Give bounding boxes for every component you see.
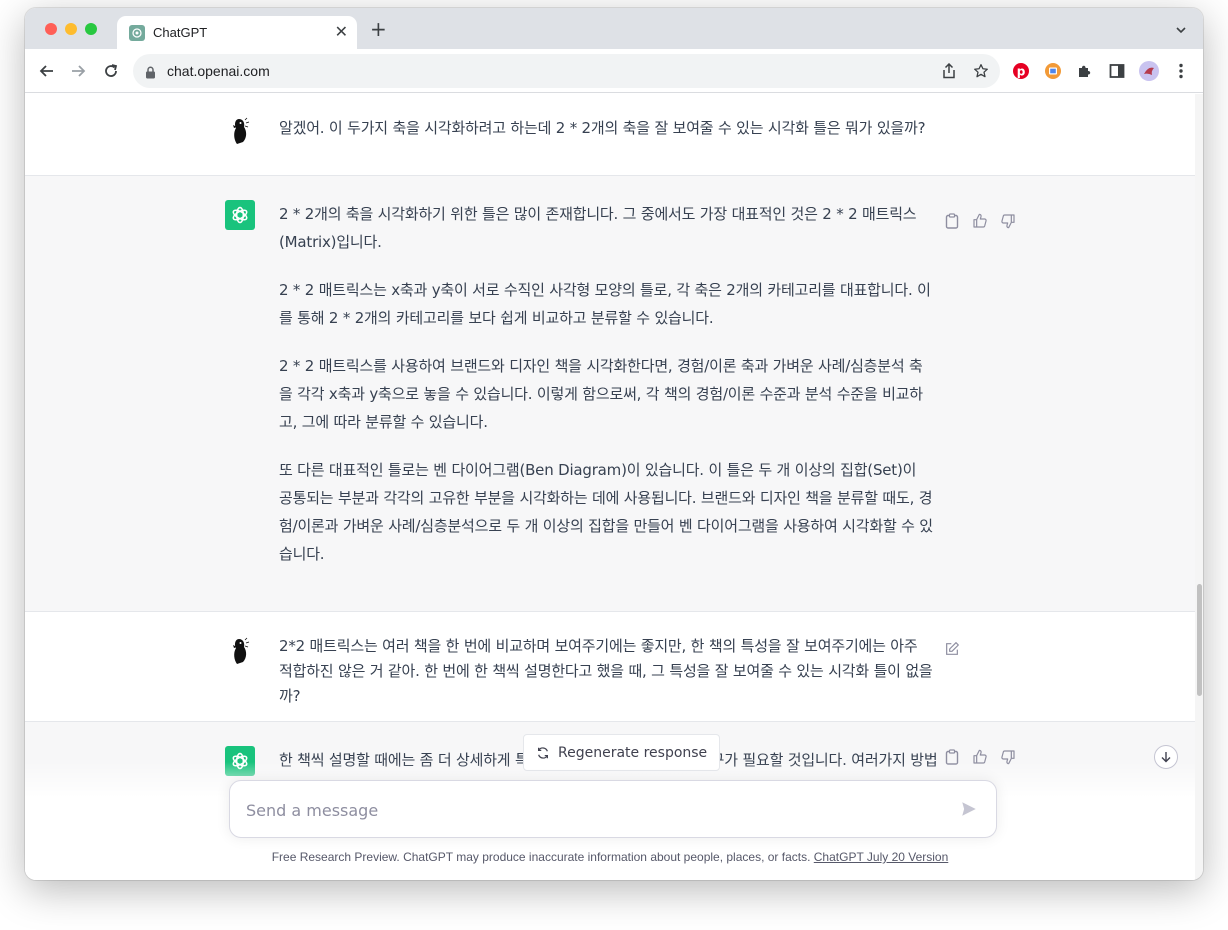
address-bar[interactable]: chat.openai.com xyxy=(133,54,1000,88)
user-message: 알겠어. 이 두가지 축을 시각화하려고 하는데 2 * 2개의 축을 잘 보여… xyxy=(25,94,1195,176)
refresh-icon xyxy=(538,746,548,759)
disclaimer-footer: Free Research Preview. ChatGPT may produ… xyxy=(25,850,1195,864)
tab-search-chevron-icon[interactable] xyxy=(1175,21,1187,40)
browser-window: ChatGPT ✕ + chat.openai.com p 알겠어. 이 두가지… xyxy=(25,8,1203,880)
chat-thread: 알겠어. 이 두가지 축을 시각화하려고 하는데 2 * 2개의 축을 잘 보여… xyxy=(25,94,1195,880)
bookmark-star-icon[interactable] xyxy=(972,62,990,80)
scroll-down-button[interactable] xyxy=(1154,745,1178,769)
tab-title: ChatGPT xyxy=(153,25,208,40)
regenerate-response-button[interactable]: Regenerate response xyxy=(523,734,721,771)
forward-arrow-icon[interactable] xyxy=(68,61,88,81)
message-actions xyxy=(943,212,1017,230)
maximize-window-button[interactable] xyxy=(85,23,97,35)
browser-toolbar: chat.openai.com p xyxy=(25,49,1203,93)
back-arrow-icon[interactable] xyxy=(37,61,57,81)
close-window-button[interactable] xyxy=(45,23,57,35)
scrollbar-thumb[interactable] xyxy=(1197,584,1202,696)
thumbs-up-icon[interactable] xyxy=(971,212,989,230)
version-link[interactable]: ChatGPT July 20 Version xyxy=(814,850,949,864)
minimize-window-button[interactable] xyxy=(65,23,77,35)
scrollbar[interactable] xyxy=(1195,94,1203,880)
share-icon[interactable] xyxy=(940,62,958,80)
image-extension-icon[interactable] xyxy=(1043,61,1063,81)
tab-bar: ChatGPT ✕ + xyxy=(25,8,1203,49)
openai-favicon-icon xyxy=(129,25,145,41)
regenerate-label: Regenerate response xyxy=(558,744,708,761)
extensions-puzzle-icon[interactable] xyxy=(1075,61,1095,81)
message-input-box[interactable] xyxy=(229,780,997,838)
tab-chatgpt[interactable]: ChatGPT ✕ xyxy=(117,16,357,49)
message-input[interactable] xyxy=(246,797,926,823)
url-text[interactable]: chat.openai.com xyxy=(167,63,270,79)
assistant-message: 2 * 2개의 축을 시각화하기 위한 틀은 많이 존재합니다. 그 중에서도 … xyxy=(25,176,1195,612)
chatgpt-logo-icon xyxy=(225,200,255,230)
arrow-down-icon xyxy=(1161,752,1171,763)
send-icon[interactable] xyxy=(960,800,978,822)
penguin-avatar xyxy=(225,636,255,666)
copy-clipboard-icon[interactable] xyxy=(943,212,961,230)
edit-pencil-icon[interactable] xyxy=(943,640,961,658)
message-paragraph: 또 다른 대표적인 틀로는 벤 다이어그램(Ben Diagram)이 있습니다… xyxy=(279,461,933,563)
lock-icon[interactable] xyxy=(145,64,156,83)
message-paragraph: 2 * 2 매트릭스는 x축과 y축이 서로 수직인 사각형 모양의 틀로, 각… xyxy=(279,281,931,327)
message-paragraph: 2 * 2개의 축을 시각화하기 위한 틀은 많이 존재합니다. 그 중에서도 … xyxy=(279,205,917,251)
svg-text:p: p xyxy=(1017,65,1026,79)
user-message: 2*2 매트릭스는 여러 책을 한 번에 비교하며 보여주기에는 좋지만, 한 … xyxy=(25,612,1195,722)
message-text: 알겠어. 이 두가지 축을 시각화하려고 하는데 2 * 2개의 축을 잘 보여… xyxy=(279,114,934,142)
message-paragraph: 2*2 매트릭스는 여러 책을 한 번에 비교하며 보여주기에는 좋지만, 한 … xyxy=(279,637,933,705)
message-text: 2 * 2개의 축을 시각화하기 위한 틀은 많이 존재합니다. 그 중에서도 … xyxy=(279,200,934,568)
message-paragraph: 2 * 2 매트릭스를 사용하여 브랜드와 디자인 책을 시각화한다면, 경험/… xyxy=(279,357,923,431)
browser-menu-icon[interactable] xyxy=(1171,61,1191,81)
new-tab-button[interactable]: + xyxy=(370,19,387,39)
disclaimer-text: Free Research Preview. ChatGPT may produ… xyxy=(271,850,811,864)
side-panel-icon[interactable] xyxy=(1107,61,1127,81)
message-paragraph: 알겠어. 이 두가지 축을 시각화하려고 하는데 2 * 2개의 축을 잘 보여… xyxy=(279,119,926,137)
penguin-avatar xyxy=(225,116,255,146)
reload-icon[interactable] xyxy=(101,61,121,81)
tab-close-icon[interactable]: ✕ xyxy=(335,22,348,41)
message-actions xyxy=(943,640,961,658)
message-text: 2*2 매트릭스는 여러 책을 한 번에 비교하며 보여주기에는 좋지만, 한 … xyxy=(279,634,934,709)
pinterest-extension-icon[interactable]: p xyxy=(1011,61,1031,81)
thumbs-down-icon[interactable] xyxy=(999,212,1017,230)
profile-avatar-icon[interactable] xyxy=(1139,61,1159,81)
